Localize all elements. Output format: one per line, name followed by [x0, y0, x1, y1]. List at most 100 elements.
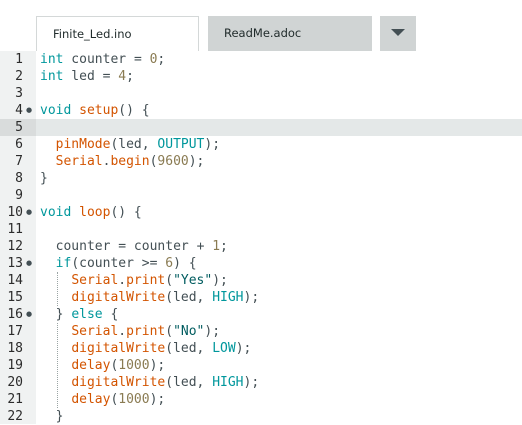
code-line[interactable]: 13 ● if(counter >= 6) {: [0, 255, 522, 272]
code-token: (: [165, 324, 174, 339]
code-line[interactable]: 3: [0, 85, 522, 102]
code-line[interactable]: 22 }: [0, 408, 522, 425]
code-line[interactable]: 19 delay(1000);: [0, 357, 522, 374]
code-token: setup: [79, 103, 119, 118]
line-number: 19: [7, 358, 23, 373]
tab-menu-button[interactable]: [380, 16, 416, 51]
code-token: );: [212, 273, 228, 288]
line-number: 8: [15, 171, 23, 186]
code-text: Serial.print("No");: [40, 323, 220, 340]
code-line[interactable]: 14 Serial.print("Yes");: [0, 272, 522, 289]
code-token: =: [133, 52, 142, 67]
code-text: int led = 4;: [40, 68, 134, 85]
code-token: delay: [71, 392, 111, 407]
code-line[interactable]: 20 digitalWrite(led, HIGH);: [0, 374, 522, 391]
code-text: if(counter >= 6) {: [40, 255, 197, 272]
indent-guide: [57, 323, 58, 408]
code-token: int: [40, 69, 64, 84]
line-number: 1: [15, 52, 23, 67]
code-line[interactable]: 21 delay(1000);: [0, 391, 522, 408]
code-text: digitalWrite(led, HIGH);: [40, 289, 259, 306]
code-token: {: [102, 307, 119, 322]
code-token: }: [40, 409, 64, 424]
code-token: digitalWrite: [71, 341, 166, 356]
code-token: digitalWrite: [71, 290, 166, 305]
line-number: 17: [7, 324, 23, 339]
code-token: 1000: [118, 358, 150, 373]
code-token: "Yes": [173, 273, 213, 288]
code-line[interactable]: 17 Serial.print("No");: [0, 323, 522, 340]
code-token: (led,: [165, 290, 213, 305]
code-token: }: [40, 171, 48, 186]
line-number: 12: [7, 239, 23, 254]
code-token: );: [243, 290, 260, 305]
code-line[interactable]: 1 int counter = 0;: [0, 51, 522, 68]
chevron-down-icon: [391, 29, 405, 36]
code-line[interactable]: 9: [0, 187, 522, 204]
code-line[interactable]: 12 counter = counter + 1;: [0, 238, 522, 255]
code-line[interactable]: 10 ● void loop() {: [0, 204, 522, 221]
code-token: 6: [165, 256, 174, 271]
code-line[interactable]: 15 digitalWrite(led, HIGH);: [0, 289, 522, 306]
code-token: led: [63, 69, 103, 84]
code-text: }: [40, 170, 48, 187]
code-text: digitalWrite(led, LOW);: [40, 340, 251, 357]
code-token: 1: [212, 239, 221, 254]
code-token: counter: [126, 239, 197, 254]
fold-marker-icon[interactable]: ●: [26, 204, 32, 221]
code-line[interactable]: 11: [0, 221, 522, 238]
code-text: Serial.begin(9600);: [40, 153, 205, 170]
code-token: Serial: [71, 324, 119, 339]
code-line[interactable]: 16 ● } else {: [0, 306, 522, 323]
code-token: HIGH: [212, 290, 244, 305]
line-number: 15: [7, 290, 23, 305]
line-number: 13: [7, 256, 23, 271]
code-token: Serial: [71, 273, 119, 288]
code-token: 9600: [157, 154, 189, 169]
code-token: .: [118, 273, 127, 288]
code-line[interactable]: 6 pinMode(led, OUTPUT);: [0, 136, 522, 153]
code-token: void: [40, 103, 72, 118]
line-number: 4: [15, 103, 23, 118]
tab-label: ReadMe.adoc: [224, 26, 302, 40]
code-token: }: [40, 307, 72, 322]
line-number: 14: [7, 273, 23, 288]
code-text: delay(1000);: [40, 357, 165, 374]
line-number: 22: [7, 409, 23, 424]
code-token: );: [243, 375, 260, 390]
code-token: () {: [118, 103, 150, 118]
fold-marker-icon[interactable]: ●: [26, 306, 32, 323]
tab-finite-led[interactable]: Finite_Led.ino: [36, 16, 199, 51]
code-token: );: [204, 324, 221, 339]
code-token: );: [149, 358, 166, 373]
fold-marker-icon[interactable]: ●: [26, 102, 32, 119]
code-line[interactable]: 2 int led = 4;: [0, 68, 522, 85]
code-token: );: [235, 341, 252, 356]
code-line[interactable]: 18 digitalWrite(led, LOW);: [0, 340, 522, 357]
code-token: Serial: [55, 154, 103, 169]
code-token: if: [55, 256, 72, 271]
code-text: pinMode(led, OUTPUT);: [40, 136, 220, 153]
line-number: 16: [7, 307, 23, 322]
code-token: (: [165, 273, 174, 288]
tab-readme[interactable]: ReadMe.adoc: [208, 16, 372, 51]
code-line[interactable]: 4 ● void setup() {: [0, 102, 522, 119]
code-token: ;: [157, 52, 166, 67]
code-line[interactable]: 8}: [0, 170, 522, 187]
fold-marker-icon[interactable]: ●: [26, 255, 32, 272]
code-token: (led,: [110, 137, 158, 152]
code-line[interactable]: 5: [0, 119, 522, 136]
code-line[interactable]: 7 Serial.begin(9600);: [0, 153, 522, 170]
code-token: 1000: [118, 392, 150, 407]
code-token: counter: [63, 52, 134, 67]
code-text: Serial.print("Yes");: [40, 272, 228, 289]
code-token: print: [126, 324, 166, 339]
